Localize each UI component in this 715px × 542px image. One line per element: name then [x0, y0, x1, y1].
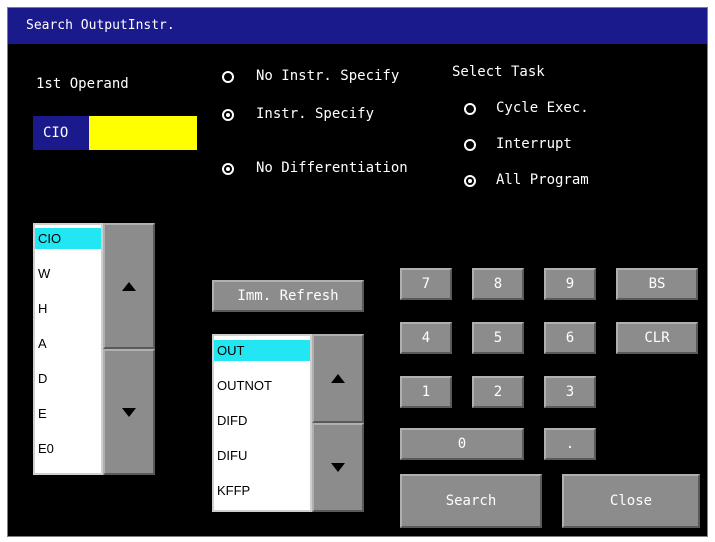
arrow-up-icon	[331, 374, 345, 383]
operand-value-field[interactable]	[89, 116, 197, 150]
instruction-scroll-down-button[interactable]	[312, 423, 364, 512]
radio-no-instr-specify[interactable]: No Instr. Specify	[222, 68, 399, 88]
key-5-button[interactable]: 5	[472, 322, 524, 354]
list-item[interactable]: E	[35, 403, 101, 424]
radio-label: No Instr. Specify	[256, 68, 400, 84]
close-button[interactable]: Close	[562, 474, 700, 528]
search-button[interactable]: Search	[400, 474, 542, 528]
key-0-button[interactable]: 0	[400, 428, 524, 460]
radio-label: Instr. Specify	[256, 106, 375, 122]
key-7-button[interactable]: 7	[400, 268, 452, 300]
select-task-label: Select Task	[452, 64, 545, 80]
key-8-button[interactable]: 8	[472, 268, 524, 300]
arrow-down-icon	[331, 463, 345, 472]
key-1-button[interactable]: 1	[400, 376, 452, 408]
area-list[interactable]: CIO W H A D E E0	[33, 223, 103, 475]
radio-label: Interrupt	[496, 136, 572, 152]
radio-label: No Differentiation	[256, 160, 408, 176]
list-item[interactable]: CIO	[35, 228, 101, 249]
area-scroll-down-button[interactable]	[103, 349, 155, 475]
instruction-list[interactable]: OUT OUTNOT DIFD DIFU KFFP	[212, 334, 312, 512]
radio-label: All Program	[496, 172, 589, 188]
radio-interrupt[interactable]: Interrupt	[464, 136, 604, 156]
radio-on-icon	[222, 109, 234, 121]
radio-off-icon	[464, 103, 476, 115]
radio-on-icon	[464, 175, 476, 187]
radio-label: Cycle Exec.	[496, 100, 589, 116]
imm-refresh-button[interactable]: Imm. Refresh	[212, 280, 364, 312]
list-item[interactable]: KFFP	[214, 480, 310, 501]
radio-off-icon	[464, 139, 476, 151]
list-item[interactable]: H	[35, 298, 101, 319]
list-item[interactable]: A	[35, 333, 101, 354]
key-3-button[interactable]: 3	[544, 376, 596, 408]
radio-cycle-exec[interactable]: Cycle Exec.	[464, 100, 604, 120]
arrow-down-icon	[122, 407, 136, 417]
list-item[interactable]: DIFU	[214, 445, 310, 466]
key-2-button[interactable]: 2	[472, 376, 524, 408]
first-operand-label: 1st Operand	[36, 76, 129, 92]
clear-button[interactable]: CLR	[616, 322, 698, 354]
list-item[interactable]: E0	[35, 438, 101, 459]
radio-all-program[interactable]: All Program	[464, 172, 604, 192]
area-scroll-up-button[interactable]	[103, 223, 155, 349]
instruction-scroll-up-button[interactable]	[312, 334, 364, 423]
radio-no-differentiation[interactable]: No Differentiation	[222, 160, 422, 180]
key-4-button[interactable]: 4	[400, 322, 452, 354]
key-6-button[interactable]: 6	[544, 322, 596, 354]
list-item[interactable]: OUTNOT	[214, 375, 310, 396]
list-item[interactable]: DIFD	[214, 410, 310, 431]
key-dot-button[interactable]: .	[544, 428, 596, 460]
title-bar: Search OutputInstr.	[8, 8, 707, 44]
list-item[interactable]: D	[35, 368, 101, 389]
list-item[interactable]: OUT	[214, 340, 310, 361]
backspace-button[interactable]: BS	[616, 268, 698, 300]
operand-area-label: CIO	[33, 116, 89, 150]
radio-on-icon	[222, 163, 234, 175]
radio-instr-specify[interactable]: Instr. Specify	[222, 106, 382, 126]
radio-off-icon	[222, 71, 234, 83]
list-item[interactable]: W	[35, 263, 101, 284]
arrow-up-icon	[122, 281, 136, 291]
key-9-button[interactable]: 9	[544, 268, 596, 300]
